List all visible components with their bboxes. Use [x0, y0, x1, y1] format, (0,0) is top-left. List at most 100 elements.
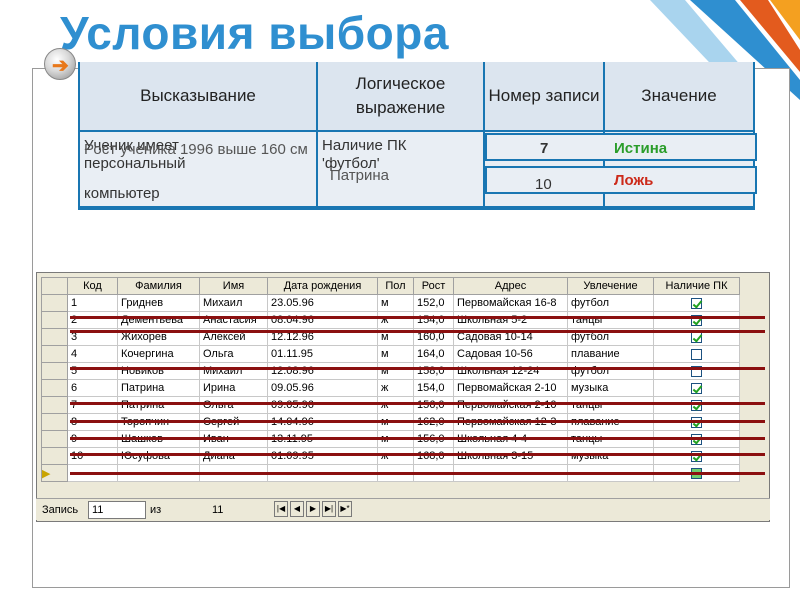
has-pc-cell[interactable] [653, 362, 740, 380]
row-selector[interactable] [41, 345, 68, 363]
table-cell[interactable]: 09.05.96 [267, 379, 378, 397]
col-header-sex[interactable]: Пол [377, 277, 414, 295]
table-cell[interactable]: Ирина [199, 379, 268, 397]
table-cell[interactable]: Диана [199, 447, 268, 465]
has-pc-cell[interactable] [653, 345, 740, 363]
has-pc-cell[interactable] [653, 294, 740, 312]
table-cell[interactable]: 156,0 [413, 396, 454, 414]
table-cell[interactable]: ж [377, 396, 414, 414]
table-cell[interactable]: 2 [67, 311, 118, 329]
table-cell[interactable]: Анастасия [199, 311, 268, 329]
table-cell[interactable]: 01.11.95 [267, 345, 378, 363]
table-cell[interactable]: 23.05.96 [267, 294, 378, 312]
table-cell[interactable]: 158,0 [413, 362, 454, 380]
table-cell[interactable]: танцы [567, 396, 654, 414]
table-cell[interactable]: Школьная 12-24 [453, 362, 568, 380]
table-cell[interactable]: 10 [67, 447, 118, 465]
table-cell[interactable]: 4 [67, 345, 118, 363]
table-cell[interactable]: м [377, 294, 414, 312]
table-cell[interactable]: Новиков [117, 362, 200, 380]
table-cell[interactable]: Михаил [199, 294, 268, 312]
table-cell[interactable]: 5 [67, 362, 118, 380]
new-record-button[interactable]: ▶* [338, 501, 352, 517]
row-selector[interactable] [41, 447, 68, 465]
table-cell[interactable]: 6 [67, 379, 118, 397]
table-cell[interactable]: Первомайская 2-10 [453, 379, 568, 397]
new-record-selector[interactable]: ▶ [41, 464, 68, 482]
last-record-button[interactable]: ▶| [322, 501, 336, 517]
table-cell[interactable]: 09.05.96 [267, 396, 378, 414]
row-selector[interactable] [41, 294, 68, 312]
table-cell[interactable]: танцы [567, 311, 654, 329]
table-cell[interactable]: Первомайская 16-8 [453, 294, 568, 312]
table-cell[interactable]: Садовая 10-56 [453, 345, 568, 363]
row-selector-header[interactable] [41, 277, 68, 295]
next-record-button[interactable]: ▶ [306, 501, 320, 517]
table-cell[interactable]: футбол [567, 294, 654, 312]
table-cell[interactable]: м [377, 345, 414, 363]
table-cell[interactable]: Первомайская 2-10 [453, 396, 568, 414]
has-pc-cell[interactable] [653, 311, 740, 329]
table-cell[interactable]: Кочергина [117, 345, 200, 363]
table-cell[interactable]: 164,0 [413, 345, 454, 363]
has-pc-cell[interactable] [653, 447, 740, 465]
table-cell[interactable]: Ольга [199, 396, 268, 414]
row-selector[interactable] [41, 396, 68, 414]
col-header-hobby[interactable]: Увлечение [567, 277, 654, 295]
checkbox-icon[interactable] [691, 348, 702, 360]
table-row[interactable]: 6 Патрина Ирина 09.05.96 ж 154,0 Первомайская … [41, 379, 740, 397]
prev-record-button[interactable]: ◀ [290, 501, 304, 517]
table-cell[interactable]: Гриднев [117, 294, 200, 312]
table-cell[interactable]: ж [377, 447, 414, 465]
table-cell[interactable]: 01.09.95 [267, 447, 378, 465]
record-number-input[interactable]: 11 [88, 501, 146, 519]
col-header-name[interactable]: Имя [199, 277, 268, 295]
table-row[interactable]: 10 Юсуфова Диана 01.09.95 ж 168,0 Школьная 3-1… [41, 447, 740, 465]
table-cell[interactable]: 12.08.96 [267, 362, 378, 380]
table-cell[interactable]: Михаил [199, 362, 268, 380]
table-cell[interactable]: музыка [567, 447, 654, 465]
first-record-button[interactable]: |◀ [274, 501, 288, 517]
row-selector[interactable] [41, 362, 68, 380]
checkbox-icon[interactable] [691, 331, 702, 343]
col-header-height[interactable]: Рост [413, 277, 454, 295]
table-cell[interactable]: 1 [67, 294, 118, 312]
has-pc-cell[interactable] [653, 396, 740, 414]
table-cell[interactable]: 154,0 [413, 379, 454, 397]
table-cell[interactable]: Дементьева [117, 311, 200, 329]
row-selector[interactable] [41, 430, 68, 448]
table-row[interactable]: 7 Патрина Ольга 09.05.96 ж 156,0 Первомайская … [41, 396, 740, 414]
row-selector[interactable] [41, 311, 68, 329]
table-cell[interactable]: 168,0 [413, 447, 454, 465]
table-cell[interactable]: плавание [567, 345, 654, 363]
table-cell[interactable]: Ольга [199, 345, 268, 363]
row-selector[interactable] [41, 379, 68, 397]
col-header-code[interactable]: Код [67, 277, 118, 295]
table-cell[interactable]: Школьная 5-2 [453, 311, 568, 329]
table-cell[interactable]: Юсуфова [117, 447, 200, 465]
table-cell[interactable]: м [377, 362, 414, 380]
arrow-orb-icon[interactable]: ➔ [44, 48, 76, 80]
has-pc-cell[interactable] [653, 379, 740, 397]
table-row[interactable]: 2 Дементьева Анастасия 08.04.96 ж 154,0 Школьн… [41, 311, 740, 329]
checkbox-icon[interactable] [691, 382, 702, 394]
table-row[interactable]: 5 Новиков Михаил 12.08.96 м 158,0 Школьная 12-… [41, 362, 740, 380]
table-cell[interactable]: музыка [567, 379, 654, 397]
table-cell[interactable]: Школьная 3-15 [453, 447, 568, 465]
col-header-birthdate[interactable]: Дата рождения [267, 277, 378, 295]
table-cell[interactable]: 152,0 [413, 294, 454, 312]
table-cell[interactable]: 7 [67, 396, 118, 414]
col-header-has-pc[interactable]: Наличие ПК [653, 277, 740, 295]
table-cell[interactable]: футбол [567, 362, 654, 380]
col-header-address[interactable]: Адрес [453, 277, 568, 295]
table-cell[interactable]: Патрина [117, 379, 200, 397]
table-cell[interactable]: 154,0 [413, 311, 454, 329]
table-cell[interactable]: ж [377, 379, 414, 397]
checkbox-icon[interactable] [691, 297, 702, 309]
row-selector[interactable] [41, 413, 68, 431]
table-cell[interactable]: 08.04.96 [267, 311, 378, 329]
table-cell[interactable]: ж [377, 311, 414, 329]
col-header-surname[interactable]: Фамилия [117, 277, 200, 295]
table-cell[interactable]: Патрина [117, 396, 200, 414]
table-row[interactable]: 1 Гриднев Михаил 23.05.96 м 152,0 Первомайская… [41, 294, 740, 312]
